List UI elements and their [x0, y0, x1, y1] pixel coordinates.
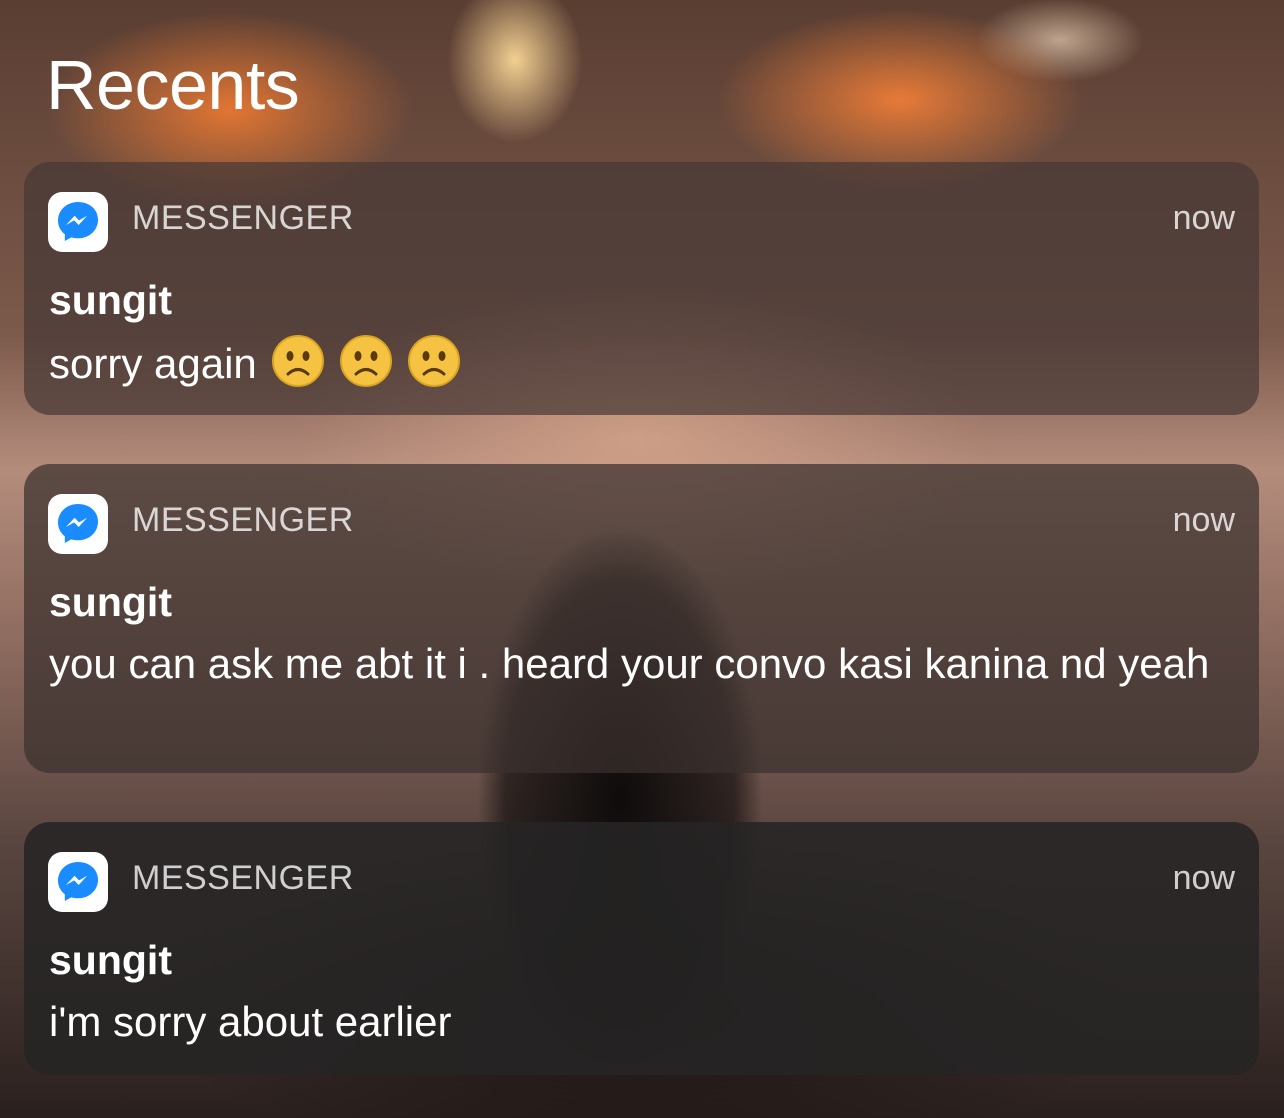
- timestamp: now: [1172, 859, 1235, 897]
- message-preview: sorry again: [49, 334, 1219, 392]
- app-name-label: MESSENGER: [132, 199, 354, 237]
- messenger-icon: [48, 494, 108, 554]
- message-preview: i'm sorry about earlier: [49, 998, 452, 1045]
- message-text: sorry again: [49, 340, 257, 387]
- notification-card[interactable]: MESSENGER now sungit you can ask me abt …: [24, 464, 1259, 773]
- slightly-frowning-face-icon: [407, 335, 460, 387]
- slightly-frowning-face-icon: [271, 335, 324, 387]
- timestamp: now: [1172, 199, 1235, 237]
- page-title: Recents: [46, 46, 300, 124]
- slightly-frowning-face-icon: [339, 335, 392, 387]
- app-name-label: MESSENGER: [132, 859, 354, 897]
- sender-name: sungit: [49, 277, 172, 323]
- sender-name: sungit: [49, 579, 172, 625]
- notification-card[interactable]: MESSENGER now sungit sorry again: [24, 162, 1259, 415]
- messenger-icon: [48, 192, 108, 252]
- sender-name: sungit: [49, 937, 172, 983]
- app-name-label: MESSENGER: [132, 501, 354, 539]
- messenger-icon: [48, 852, 108, 912]
- timestamp: now: [1172, 501, 1235, 539]
- notification-card[interactable]: MESSENGER now sungit i'm sorry about ear…: [24, 822, 1259, 1075]
- message-preview: you can ask me abt it i . heard your con…: [49, 640, 1210, 687]
